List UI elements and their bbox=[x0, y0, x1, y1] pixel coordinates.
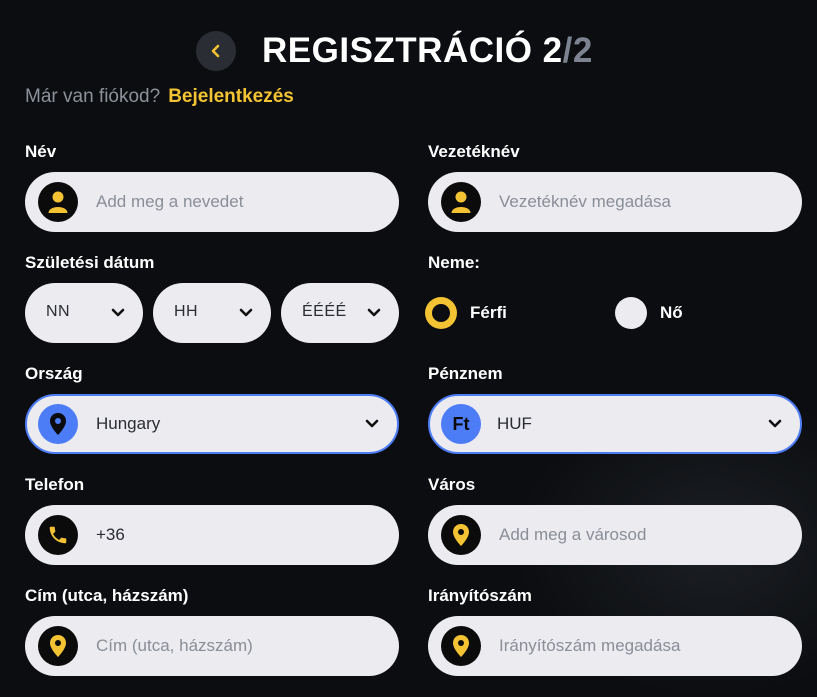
country-select[interactable]: Hungary bbox=[25, 394, 399, 454]
name-placeholder: Add meg a nevedet bbox=[96, 192, 244, 211]
chevron-down-icon bbox=[367, 308, 381, 317]
address-label: Cím (utca, házszám) bbox=[25, 586, 189, 605]
location-pin-icon bbox=[441, 515, 481, 555]
login-prompt: Már van fiókod? Bejelentkezés bbox=[25, 86, 294, 108]
title-separator: / bbox=[562, 31, 573, 70]
birthdate-label: Születési dátum bbox=[25, 253, 155, 272]
chevron-down-icon bbox=[111, 308, 125, 317]
radio-unselected bbox=[615, 297, 647, 329]
name-field[interactable]: Add meg a nevedet bbox=[25, 172, 399, 232]
name-label: Név bbox=[25, 142, 57, 161]
city-field[interactable]: Add meg a városod bbox=[428, 505, 802, 565]
birth-day-value: NN bbox=[46, 303, 71, 320]
birth-day-select[interactable]: NN bbox=[25, 283, 143, 343]
user-icon bbox=[441, 182, 481, 222]
currency-select[interactable]: Ft HUF bbox=[428, 394, 802, 454]
phone-value: +36 bbox=[96, 525, 125, 544]
back-button[interactable] bbox=[196, 31, 236, 71]
gender-option-female-label: Nő bbox=[660, 303, 683, 322]
birth-month-value: HH bbox=[174, 303, 199, 320]
country-label: Ország bbox=[25, 364, 83, 383]
login-link[interactable]: Bejelentkezés bbox=[168, 86, 294, 107]
radio-selected bbox=[425, 297, 457, 329]
city-label: Város bbox=[428, 475, 476, 494]
phone-label: Telefon bbox=[25, 475, 85, 494]
location-pin-icon bbox=[441, 626, 481, 666]
city-placeholder: Add meg a városod bbox=[499, 525, 647, 544]
birth-year-value: ÉÉÉÉ bbox=[302, 303, 347, 320]
gender-label: Neme: bbox=[428, 253, 480, 272]
title-total-steps: 2 bbox=[572, 31, 593, 70]
gender-option-female[interactable]: Nő bbox=[615, 297, 683, 329]
zip-field[interactable]: Irányítószám megadása bbox=[428, 616, 802, 676]
currency-label: Pénznem bbox=[428, 364, 503, 383]
surname-placeholder: Vezetéknév megadása bbox=[499, 192, 672, 211]
surname-label: Vezetéknév bbox=[428, 142, 520, 161]
login-question: Már van fiókod? bbox=[25, 86, 161, 107]
birth-month-select[interactable]: HH bbox=[153, 283, 271, 343]
currency-symbol: Ft bbox=[452, 413, 470, 434]
address-placeholder: Cím (utca, házszám) bbox=[96, 636, 253, 655]
forint-icon: Ft bbox=[441, 404, 481, 444]
gender-option-male-label: Férfi bbox=[470, 303, 507, 322]
page-title: REGISZTRÁCIÓ 2/2 bbox=[262, 30, 593, 72]
user-icon bbox=[38, 182, 78, 222]
chevron-left-icon bbox=[211, 44, 220, 58]
location-pin-icon bbox=[38, 626, 78, 666]
address-field[interactable]: Cím (utca, házszám) bbox=[25, 616, 399, 676]
chevron-down-icon bbox=[239, 308, 253, 317]
page-header: REGISZTRÁCIÓ 2/2 bbox=[0, 28, 817, 74]
phone-icon bbox=[38, 515, 78, 555]
zip-placeholder: Irányítószám megadása bbox=[499, 636, 681, 655]
location-pin-icon bbox=[38, 404, 78, 444]
title-step: REGISZTRÁCIÓ 2 bbox=[262, 31, 563, 70]
surname-field[interactable]: Vezetéknév megadása bbox=[428, 172, 802, 232]
country-value: Hungary bbox=[96, 414, 161, 433]
currency-value: HUF bbox=[497, 414, 532, 433]
phone-field[interactable]: +36 bbox=[25, 505, 399, 565]
zip-label: Irányítószám bbox=[428, 586, 532, 605]
birth-year-select[interactable]: ÉÉÉÉ bbox=[281, 283, 399, 343]
gender-option-male[interactable]: Férfi bbox=[425, 297, 507, 329]
chevron-down-icon bbox=[365, 419, 379, 428]
chevron-down-icon bbox=[768, 419, 782, 428]
